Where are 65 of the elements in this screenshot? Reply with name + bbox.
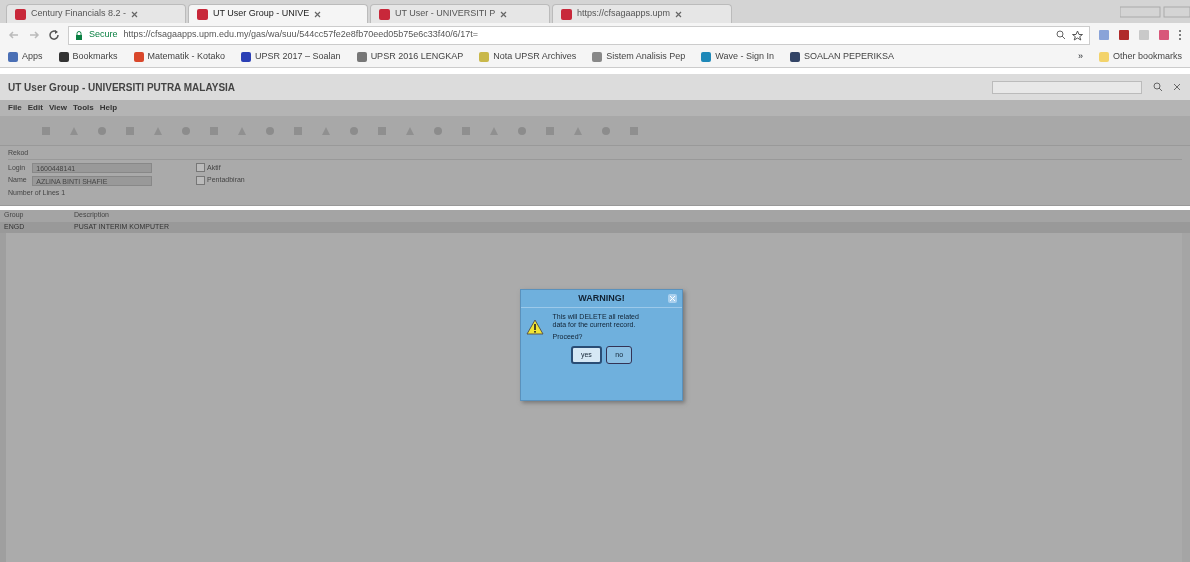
dialog-title: WARNING! bbox=[578, 291, 625, 305]
bookmark[interactable]: Nota UPSR Archives bbox=[479, 50, 577, 64]
checkbox[interactable] bbox=[195, 163, 205, 173]
lock-icon bbox=[75, 30, 83, 40]
favicon-icon bbox=[15, 8, 26, 20]
toolbar-icon[interactable] bbox=[376, 124, 388, 137]
extension-icon[interactable] bbox=[1118, 29, 1130, 41]
toolbar-icon[interactable] bbox=[348, 124, 360, 137]
bookmark[interactable]: Sistem Analisis Pep bbox=[592, 50, 686, 64]
browser-tab[interactable]: UT User - UNIVERSITI P bbox=[370, 4, 550, 23]
toolbar-icon[interactable] bbox=[600, 124, 612, 137]
toolbar-icon[interactable] bbox=[208, 124, 220, 137]
close-icon[interactable] bbox=[131, 10, 139, 18]
more-bookmarks-button[interactable]: » bbox=[1077, 50, 1083, 64]
menu-item[interactable]: Edit bbox=[27, 102, 43, 114]
bookmark-folder[interactable]: Other bookmarks bbox=[1098, 50, 1182, 64]
toolbar-icon[interactable] bbox=[40, 124, 52, 137]
toolbar-icon[interactable] bbox=[544, 124, 556, 137]
close-icon[interactable] bbox=[500, 10, 508, 18]
forward-icon[interactable] bbox=[28, 29, 40, 41]
zoom-icon[interactable] bbox=[1056, 30, 1066, 40]
menu-item[interactable]: File bbox=[8, 102, 22, 114]
toolbar-icon[interactable] bbox=[516, 124, 528, 137]
favicon-icon bbox=[561, 8, 572, 20]
app-title: UT User Group - UNIVERSITI PUTRA MALAYSIA bbox=[8, 80, 236, 95]
toolbar-icon[interactable] bbox=[292, 124, 304, 137]
close-icon[interactable] bbox=[1172, 82, 1182, 92]
close-icon[interactable] bbox=[314, 10, 322, 18]
menu-item[interactable]: Help bbox=[99, 102, 118, 114]
close-icon[interactable] bbox=[675, 10, 683, 18]
bookmark[interactable]: Matematik - Kotako bbox=[133, 50, 226, 64]
toolbar-icon[interactable] bbox=[264, 124, 276, 137]
favicon-icon bbox=[197, 8, 208, 20]
bookmark[interactable]: Bookmarks bbox=[58, 50, 118, 64]
bookmark[interactable]: UPSR 2016 LENGKAP bbox=[356, 50, 464, 64]
extension-icon[interactable] bbox=[1158, 29, 1170, 41]
back-icon[interactable] bbox=[8, 29, 20, 41]
toolbar-icon[interactable] bbox=[432, 124, 444, 137]
star-icon[interactable] bbox=[1072, 29, 1083, 41]
more-menu-icon[interactable] bbox=[1178, 29, 1182, 41]
bookmark[interactable]: Wave - Sign In bbox=[701, 50, 774, 64]
toolbar-icon[interactable] bbox=[180, 124, 192, 137]
search-icon[interactable] bbox=[1152, 81, 1164, 93]
browser-tab[interactable]: UT User Group - UNIVE bbox=[188, 4, 368, 23]
favicon-icon bbox=[379, 8, 390, 20]
browser-tab[interactable]: https://cfsagaapps.upm bbox=[552, 4, 732, 23]
toolbar-icon[interactable] bbox=[96, 124, 108, 137]
warning-icon bbox=[525, 318, 544, 335]
toolbar-icon[interactable] bbox=[628, 124, 640, 137]
menu-item[interactable]: View bbox=[48, 102, 67, 114]
folder-icon bbox=[1098, 52, 1109, 62]
bookmark[interactable]: Apps bbox=[8, 50, 43, 64]
bookmark[interactable]: SOALAN PEPERIKSA bbox=[789, 50, 894, 64]
browser-tab[interactable]: Century Financials 8.2 - bbox=[6, 4, 186, 23]
menu-item[interactable]: Tools bbox=[73, 102, 94, 114]
url-text: https://cfsagaapps.upm.edu.my/gas/wa/suu/544cc57fe2e8fb70eed05b75e6c33f40/6/17t= bbox=[123, 28, 479, 42]
secure-label: Secure bbox=[89, 28, 118, 42]
toolbar-icon[interactable] bbox=[124, 124, 136, 137]
reload-icon[interactable] bbox=[48, 29, 60, 41]
window-controls-icon[interactable] bbox=[1120, 6, 1190, 18]
toolbar-icon[interactable] bbox=[460, 124, 472, 137]
bookmark[interactable]: UPSR 2017 – Soalan bbox=[241, 50, 341, 64]
checkbox[interactable] bbox=[195, 176, 205, 185]
search-field[interactable] bbox=[992, 80, 1142, 94]
address-bar[interactable]: Secure https://cfsagaapps.upm.edu.my/gas/wa/suu/544cc57fe2e8fb70eed05b75e6c33f40/6/17t= bbox=[68, 25, 1090, 45]
